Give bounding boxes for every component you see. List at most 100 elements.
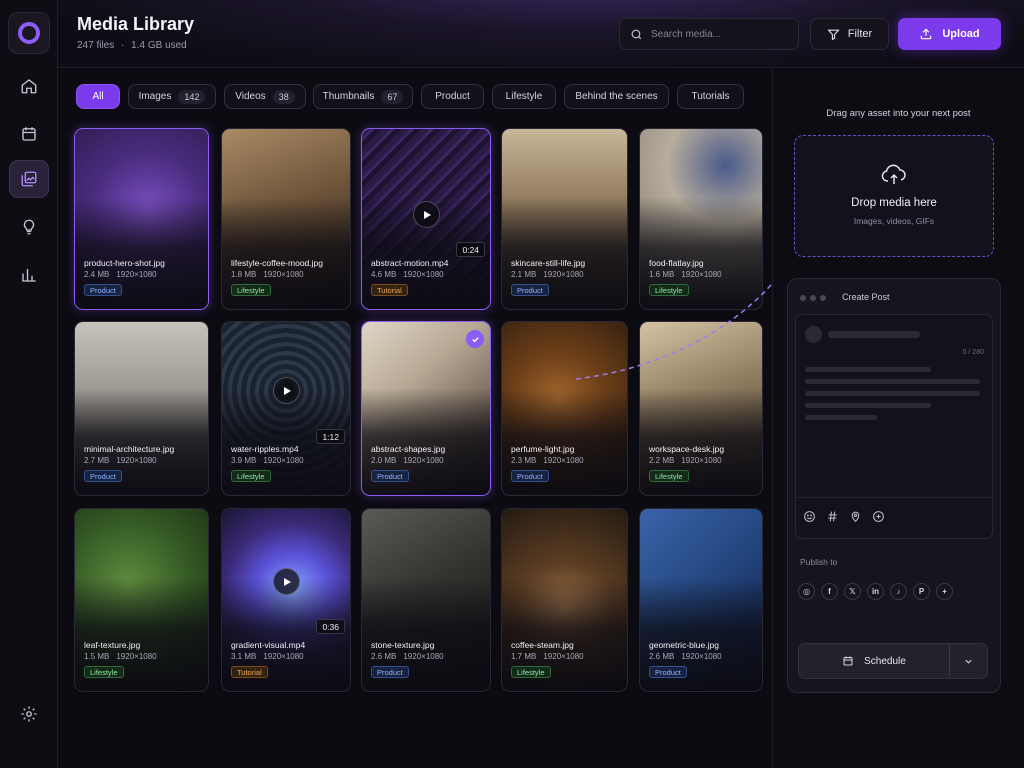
instagram-icon[interactable]: ◎ <box>798 583 815 600</box>
file-size: 2.0 MB <box>371 456 397 465</box>
dropzone-title: Drop media here <box>851 197 937 209</box>
media-library-icon <box>21 171 37 187</box>
skeleton-line <box>805 415 877 420</box>
add-circle-icon[interactable] <box>871 509 885 523</box>
chip-label: Behind the scenes <box>575 91 658 102</box>
category-tag: Lifestyle <box>231 284 271 296</box>
chip-lifestyle[interactable]: Lifestyle <box>492 84 556 109</box>
file-resolution: 1920×1080 <box>543 652 584 661</box>
chip-tutorials[interactable]: Tutorials <box>677 84 744 109</box>
search-box[interactable] <box>619 18 799 50</box>
file-name: product-hero-shot.jpg <box>84 258 165 268</box>
skeleton-line <box>805 379 980 384</box>
media-card[interactable]: food-flatlay.jpg 1.6 MB 1920×1080 Lifestyle <box>639 128 763 310</box>
category-tag: Product <box>84 284 122 296</box>
divider <box>796 497 992 498</box>
video-duration: 0:24 <box>456 242 485 257</box>
category-tag: Product <box>371 666 409 678</box>
media-card[interactable]: product-hero-shot.jpg 2.4 MB 1920×1080 Prod… <box>74 128 209 310</box>
chip-videos[interactable]: Videos 38 <box>224 84 306 109</box>
sidebar-item-media[interactable] <box>9 160 49 198</box>
facebook-icon[interactable]: f <box>821 583 838 600</box>
file-size: 3.9 MB <box>231 456 257 465</box>
media-card[interactable]: 0:36 gradient-visual.mp4 3.1 MB 1920×1080 Tu… <box>221 508 351 692</box>
create-post-card: Create Post 0 / 280 Publish to ◎ f 𝕏in ♪ P + … <box>787 278 1001 693</box>
chip-label: Lifestyle <box>505 91 543 102</box>
linkedin-icon[interactable]: in <box>867 583 884 600</box>
file-size: 1.8 MB <box>231 270 257 279</box>
filter-label: Filter <box>847 28 873 40</box>
schedule-dropdown-button[interactable] <box>949 644 987 678</box>
media-card[interactable]: stone-texture.jpg 2.6 MB 1920×1080 Product <box>361 508 491 692</box>
media-card[interactable]: minimal-architecture.jpg 2.7 MB 1920×1080 P… <box>74 321 209 496</box>
post-composer[interactable]: 0 / 280 <box>795 314 993 539</box>
file-size: 2.2 MB <box>649 456 675 465</box>
media-card[interactable]: skincare-still-life.jpg 2.1 MB 1920×1080 Pr… <box>501 128 628 310</box>
hashtag-icon[interactable] <box>825 509 839 523</box>
file-resolution: 1920×1080 <box>116 270 157 279</box>
media-card[interactable]: geometric-blue.jpg 2.6 MB 1920×1080 Product <box>639 508 763 692</box>
settings-button[interactable] <box>9 695 49 733</box>
chip-label: Images <box>138 91 172 102</box>
selected-check-icon[interactable] <box>466 330 484 348</box>
file-name: stone-texture.jpg <box>371 640 435 650</box>
media-card[interactable]: lifestyle-coffee-mood.jpg 1.8 MB 1920×1080… <box>221 128 351 310</box>
library-summary: 247 files · 1.4 GB used <box>77 40 187 51</box>
category-tag: Lifestyle <box>649 284 689 296</box>
chip-thumbnails[interactable]: Thumbnails 67 <box>313 84 413 109</box>
add-channel-icon[interactable]: + <box>936 583 953 600</box>
calendar-icon <box>843 656 853 666</box>
upload-label: Upload <box>942 28 980 40</box>
media-card[interactable]: perfume-light.jpg 2.3 MB 1920×1080 Product <box>501 321 628 496</box>
video-duration: 0:36 <box>316 619 345 634</box>
file-meta: 3.9 MB 1920×1080 <box>231 456 304 465</box>
chevron-down-icon <box>964 659 972 664</box>
emoji-icon[interactable] <box>802 509 816 523</box>
media-card[interactable]: coffee-steam.jpg 1.7 MB 1920×1080 Lifestyle <box>501 508 628 692</box>
file-count: 247 files <box>77 40 115 51</box>
file-meta: 3.1 MB 1920×1080 <box>231 652 304 661</box>
app-logo[interactable] <box>8 12 50 54</box>
file-name: abstract-motion.mp4 <box>371 258 449 268</box>
media-card[interactable]: leaf-texture.jpg 1.5 MB 1920×1080 Lifestyle <box>74 508 209 692</box>
dropzone[interactable]: Drop media here Images, videos, GIFs <box>794 135 994 257</box>
chip-behind-the-scenes[interactable]: Behind the scenes <box>564 84 669 109</box>
char-count: 0 / 280 <box>962 349 984 356</box>
chip-product[interactable]: Product <box>421 84 484 109</box>
chip-all[interactable]: All <box>76 84 120 109</box>
tiktok-icon[interactable]: ♪ <box>890 583 907 600</box>
category-tag: Tutorial <box>371 284 408 296</box>
play-button[interactable] <box>413 201 440 228</box>
chip-label: All <box>92 91 104 102</box>
chip-count: 67 <box>381 89 404 104</box>
filter-button[interactable]: Filter <box>810 18 889 50</box>
file-resolution: 1920×1080 <box>263 456 304 465</box>
play-button[interactable] <box>273 568 300 595</box>
pinterest-icon[interactable]: P <box>913 583 930 600</box>
file-size: 2.6 MB <box>371 652 397 661</box>
sidebar-item-home[interactable] <box>9 67 49 105</box>
upload-button[interactable]: Upload <box>898 18 1001 50</box>
play-button[interactable] <box>273 377 300 404</box>
chip-images[interactable]: Images 142 <box>128 84 216 109</box>
media-card[interactable]: 1:12 water-ripples.mp4 3.9 MB 1920×1080 Life… <box>221 321 351 496</box>
category-tag: Lifestyle <box>231 470 271 482</box>
chip-label: Thumbnails <box>322 91 375 102</box>
media-card[interactable]: workspace-desk.jpg 2.2 MB 1920×1080 Lifesty… <box>639 321 763 496</box>
media-card[interactable]: abstract-shapes.jpg 2.0 MB 1920×1080 Produc… <box>361 321 491 496</box>
search-input[interactable] <box>651 28 781 40</box>
file-resolution: 1920×1080 <box>263 270 304 279</box>
file-size: 1.7 MB <box>511 652 537 661</box>
sidebar-item-analytics[interactable] <box>9 256 49 294</box>
location-pin-icon[interactable] <box>848 509 862 523</box>
file-name: minimal-architecture.jpg <box>84 444 175 454</box>
sidebar-item-ideas[interactable] <box>9 208 49 246</box>
sidebar-item-calendar[interactable] <box>9 115 49 153</box>
file-resolution: 1920×1080 <box>681 456 722 465</box>
file-name: water-ripples.mp4 <box>231 444 299 454</box>
schedule-button[interactable]: Schedule <box>799 644 950 678</box>
x-icon[interactable]: 𝕏 <box>844 583 861 600</box>
calendar-icon <box>22 127 36 141</box>
file-name: food-flatlay.jpg <box>649 258 704 268</box>
media-card[interactable]: 0:24 abstract-motion.mp4 4.6 MB 1920×1080 Tu… <box>361 128 491 310</box>
